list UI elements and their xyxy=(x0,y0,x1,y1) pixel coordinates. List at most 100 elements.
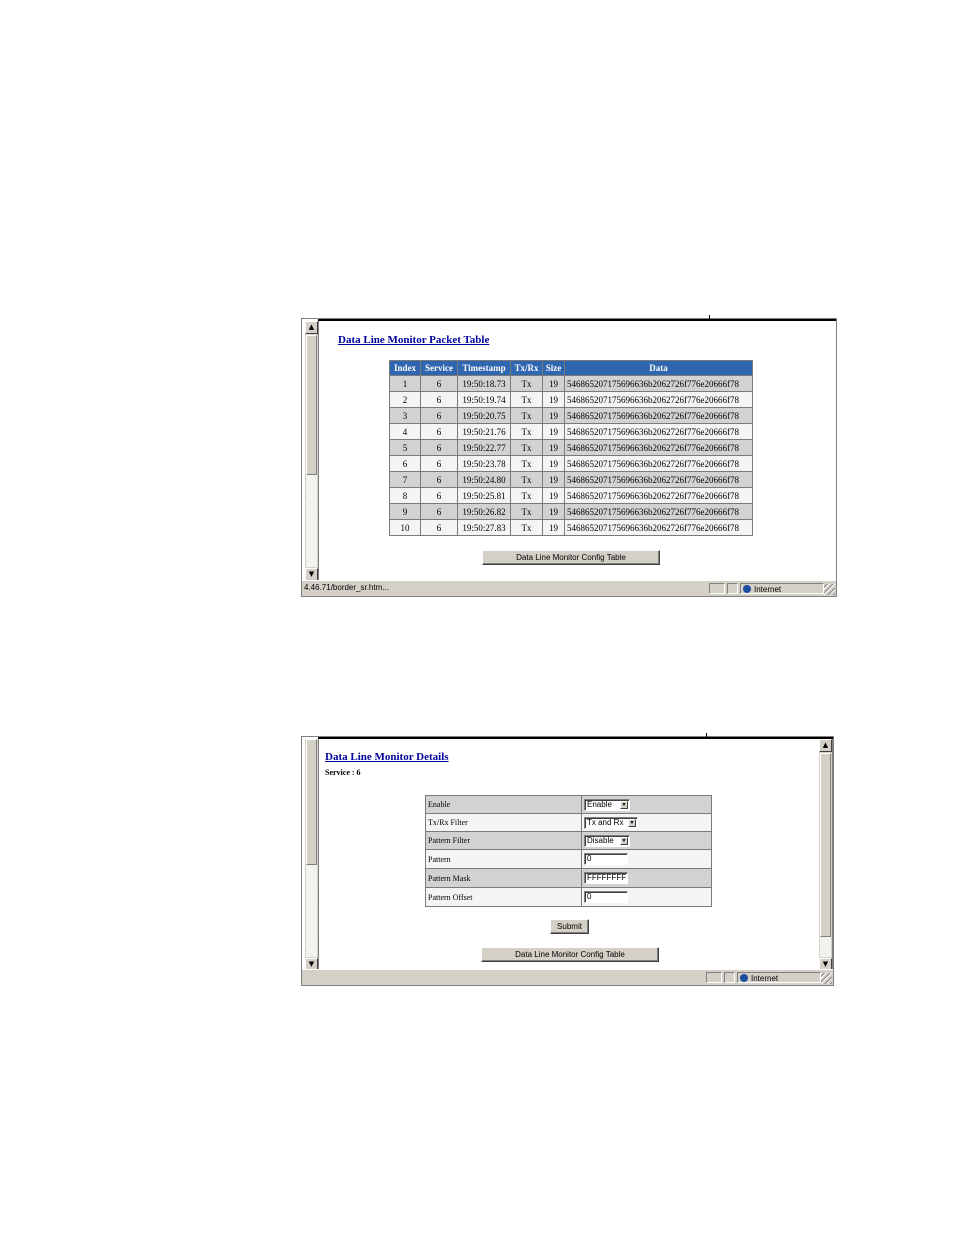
cell-txrx: Tx xyxy=(511,472,542,487)
cell-timestamp: 19:50:21.76 xyxy=(458,424,510,439)
internet-globe-icon xyxy=(743,585,751,593)
cell-size: 19 xyxy=(543,504,564,519)
config-table-button[interactable]: Data Line Monitor Config Table xyxy=(481,947,659,962)
col-data: Data xyxy=(565,361,752,375)
table-row: 3 6 19:50:20.75 Tx 19 546865207175696636b2062… xyxy=(390,408,752,423)
cell-service: 6 xyxy=(421,376,457,391)
cell-txrx: Tx xyxy=(511,376,542,391)
cell-index: 8 xyxy=(390,488,420,503)
col-txrx: Tx/Rx xyxy=(511,361,542,375)
cell-service: 6 xyxy=(421,504,457,519)
scroll-up-button[interactable]: ▲ xyxy=(305,321,318,334)
cell-size: 19 xyxy=(543,456,564,471)
row-enable: Enable Enable ▼ xyxy=(426,796,711,813)
cell-service: 6 xyxy=(421,440,457,455)
col-timestamp: Timestamp xyxy=(458,361,510,375)
col-index: Index xyxy=(390,361,420,375)
right-scrollbar[interactable]: ▲ ▼ xyxy=(818,739,833,971)
window-top-border xyxy=(318,319,836,321)
resize-grip-icon[interactable] xyxy=(821,973,832,984)
left-scrollbar[interactable]: ▼ xyxy=(304,739,319,971)
pattern-offset-input[interactable]: 0 xyxy=(584,891,628,903)
status-zone-pane: Internet xyxy=(740,583,824,594)
cell-txrx: Tx xyxy=(511,440,542,455)
details-form-table: Enable Enable ▼ Tx/Rx Filter Tx and Rx ▼ P… xyxy=(425,795,712,907)
cell-data: 546865207175696636b2062726f776e20666f78 xyxy=(565,456,752,471)
status-pane-2 xyxy=(724,972,735,983)
table-row: 2 6 19:50:19.74 Tx 19 546865207175696636b2062… xyxy=(390,392,752,407)
pattern-filter-select[interactable]: Disable ▼ xyxy=(584,834,630,847)
status-bar: Internet xyxy=(302,969,833,985)
scroll-thumb[interactable] xyxy=(306,335,317,475)
cell-index: 5 xyxy=(390,440,420,455)
window-top-border xyxy=(318,737,833,739)
vertical-scrollbar[interactable]: ▲ ▼ xyxy=(304,321,319,581)
cell-service: 6 xyxy=(421,408,457,423)
right-scroll-thumb[interactable] xyxy=(820,753,831,937)
pattern-input[interactable]: 0 xyxy=(584,853,628,865)
internet-globe-icon xyxy=(740,974,748,982)
row-pattern-filter: Pattern Filter Disable ▼ xyxy=(426,832,711,849)
status-zone-pane: Internet xyxy=(737,972,821,983)
cell-data: 546865207175696636b2062726f776e20666f78 xyxy=(565,488,752,503)
table-row: 4 6 19:50:21.76 Tx 19 546865207175696636b2062… xyxy=(390,424,752,439)
cell-service: 6 xyxy=(421,488,457,503)
cell-index: 1 xyxy=(390,376,420,391)
cell-data: 546865207175696636b2062726f776e20666f78 xyxy=(565,520,752,535)
resize-grip-icon[interactable] xyxy=(824,584,835,595)
cell-size: 19 xyxy=(543,424,564,439)
table-row: 9 6 19:50:26.82 Tx 19 546865207175696636b2062… xyxy=(390,504,752,519)
table-row: 1 6 19:50:18.73 Tx 19 546865207175696636b2062… xyxy=(390,376,752,391)
cell-timestamp: 19:50:27.83 xyxy=(458,520,510,535)
status-bar: 4.46.71/border_sr.htm... Internet xyxy=(302,580,836,596)
cell-timestamp: 19:50:22.77 xyxy=(458,440,510,455)
cell-data: 546865207175696636b2062726f776e20666f78 xyxy=(565,440,752,455)
right-scroll-up-button[interactable]: ▲ xyxy=(819,739,832,752)
cell-service: 6 xyxy=(421,472,457,487)
cell-size: 19 xyxy=(543,488,564,503)
service-label: Service : 6 xyxy=(325,768,361,777)
page-title[interactable]: Data Line Monitor Packet Table xyxy=(338,334,489,346)
config-table-button[interactable]: Data Line Monitor Config Table xyxy=(482,550,660,565)
left-scroll-thumb[interactable] xyxy=(306,739,317,865)
cell-timestamp: 19:50:25.81 xyxy=(458,488,510,503)
page-title[interactable]: Data Line Monitor Details xyxy=(325,751,449,763)
table-row: 7 6 19:50:24.80 Tx 19 546865207175696636b2062… xyxy=(390,472,752,487)
cell-service: 6 xyxy=(421,456,457,471)
cell-data: 546865207175696636b2062726f776e20666f78 xyxy=(565,504,752,519)
row-pattern: Pattern 0 xyxy=(426,850,711,868)
cell-size: 19 xyxy=(543,440,564,455)
cell-data: 546865207175696636b2062726f776e20666f78 xyxy=(565,424,752,439)
cell-index: 10 xyxy=(390,520,420,535)
details-window: ▼ ▲ ▼ Data Line Monitor Details Service … xyxy=(301,733,834,986)
cell-size: 19 xyxy=(543,472,564,487)
dropdown-arrow-icon[interactable]: ▼ xyxy=(628,818,636,827)
label-pattern-mask: Pattern Mask xyxy=(426,869,581,887)
cell-timestamp: 19:50:20.75 xyxy=(458,408,510,423)
submit-button[interactable]: Submit xyxy=(550,919,589,934)
cell-txrx: Tx xyxy=(511,408,542,423)
status-zone: Internet xyxy=(754,585,782,594)
cell-data: 546865207175696636b2062726f776e20666f78 xyxy=(565,408,752,423)
row-txrx-filter: Tx/Rx Filter Tx and Rx ▼ xyxy=(426,814,711,831)
cell-timestamp: 19:50:24.80 xyxy=(458,472,510,487)
cell-txrx: Tx xyxy=(511,488,542,503)
cell-timestamp: 19:50:18.73 xyxy=(458,376,510,391)
cell-txrx: Tx xyxy=(511,424,542,439)
enable-select[interactable]: Enable ▼ xyxy=(584,798,630,811)
dropdown-arrow-icon[interactable]: ▼ xyxy=(620,800,628,809)
cell-service: 6 xyxy=(421,392,457,407)
status-pane-1 xyxy=(706,972,722,983)
dropdown-arrow-icon[interactable]: ▼ xyxy=(620,836,628,845)
status-pane-1 xyxy=(709,583,725,594)
cell-index: 6 xyxy=(390,456,420,471)
txrx-filter-select[interactable]: Tx and Rx ▼ xyxy=(584,816,638,829)
packet-table: Index Service Timestamp Tx/Rx Size Data … xyxy=(389,360,753,536)
cell-data: 546865207175696636b2062726f776e20666f78 xyxy=(565,472,752,487)
cell-index: 9 xyxy=(390,504,420,519)
pattern-mask-input[interactable]: FFFFFFFF xyxy=(584,872,628,884)
packet-table-window: ▲ ▼ Data Line Monitor Packet Table Index… xyxy=(301,315,837,597)
label-pattern-filter: Pattern Filter xyxy=(426,832,581,849)
cell-size: 19 xyxy=(543,408,564,423)
col-service: Service xyxy=(421,361,457,375)
